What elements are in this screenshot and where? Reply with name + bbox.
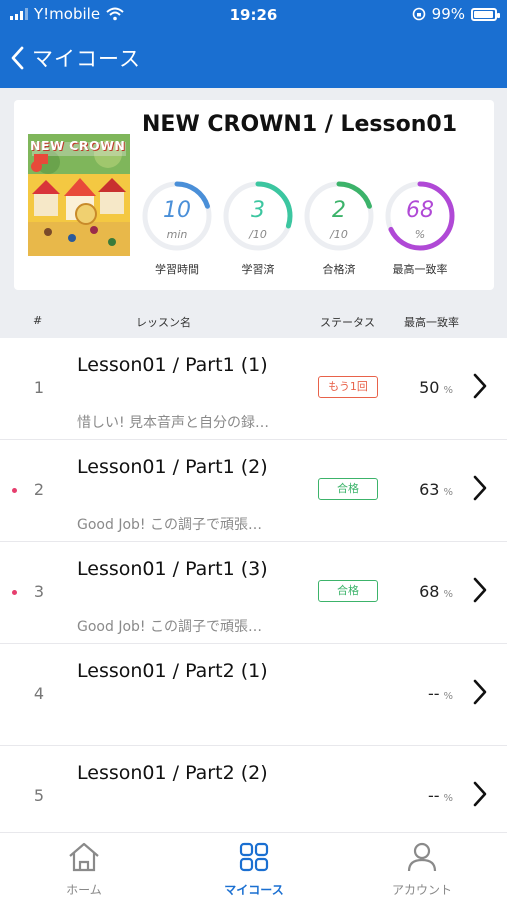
lesson-title: Lesson01 / Part1 (2): [77, 456, 268, 478]
chevron-left-icon: [11, 46, 24, 70]
lesson-index: 4: [33, 684, 45, 703]
lesson-row[interactable]: 2 Lesson01 / Part1 (2) Good Job! この調子で頑張…: [0, 440, 507, 542]
chevron-right-icon: [473, 577, 487, 603]
back-label: マイコース: [32, 47, 141, 71]
account-icon: [407, 842, 437, 872]
score-value: --: [427, 786, 440, 805]
battery-percent: 99%: [431, 5, 465, 23]
lesson-title: Lesson01 / Part2 (1): [77, 660, 268, 682]
passed-value: 2: [332, 198, 346, 223]
course-title: NEW CROWN1 / Lesson01: [142, 112, 458, 137]
score-value: 68: [419, 582, 440, 601]
lesson-list: 1 Lesson01 / Part1 (1) 惜しい! 見本音声と自分の録… も…: [0, 338, 507, 848]
lesson-title: Lesson01 / Part1 (3): [77, 558, 268, 580]
score-unit: %: [443, 793, 453, 804]
study-time-value: 10: [163, 198, 191, 223]
study-time-unit: min: [166, 228, 188, 241]
lesson-score: 63%: [419, 480, 453, 499]
lesson-message: 惜しい! 見本音声と自分の録…: [77, 415, 270, 431]
tab-home-label: ホーム: [66, 883, 102, 897]
status-bar: Y!mobile 19:26 99%: [0, 0, 507, 30]
lesson-score: --%: [428, 684, 453, 703]
tab-mycourse-label: マイコース: [224, 883, 284, 897]
lesson-score: 50%: [419, 378, 453, 397]
study-time-label: 学習時間: [155, 263, 199, 276]
lesson-message: Good Job! この調子で頑張…: [77, 619, 262, 635]
stat-passed: 2 /10 合格済: [303, 180, 375, 280]
nav-bar: マイコース: [0, 36, 507, 78]
course-card: NEW CROWN NEW CROWN1 / Lesson01 10 min 学…: [14, 100, 494, 290]
chevron-right-icon: [473, 781, 487, 807]
score-unit: %: [443, 385, 453, 396]
chevron-right-icon: [473, 475, 487, 501]
chevron-right-icon: [473, 373, 487, 399]
unread-dot: [12, 488, 17, 493]
status-badge: もう1回: [318, 376, 378, 398]
lesson-title: Lesson01 / Part1 (1): [77, 354, 268, 376]
passed-label: 合格済: [322, 263, 356, 276]
stat-studied: 3 /10 学習済: [222, 180, 294, 280]
course-summary-section: NEW CROWN NEW CROWN1 / Lesson01 10 min 学…: [0, 88, 507, 338]
status-right: 99%: [412, 5, 500, 23]
stat-study-time: 10 min 学習時間: [141, 180, 213, 280]
cover-grade-badge: [31, 161, 42, 172]
top-bar: Y!mobile 19:26 99% マイコース: [0, 0, 507, 88]
passed-unit: /10: [330, 228, 348, 241]
lesson-score: --%: [428, 786, 453, 805]
column-header-index: #: [33, 314, 43, 327]
lesson-row[interactable]: 3 Lesson01 / Part1 (3) Good Job! この調子で頑張…: [0, 542, 507, 644]
lesson-index: 5: [33, 786, 45, 805]
studied-value: 3: [251, 198, 265, 223]
studied-label: 学習済: [241, 263, 275, 276]
lesson-index: 2: [33, 480, 45, 499]
chevron-right-icon: [473, 679, 487, 705]
lesson-index: 1: [33, 378, 45, 397]
best-match-value: 68: [406, 198, 434, 223]
home-icon: [69, 842, 99, 872]
column-header-lesson: レッスン名: [136, 316, 191, 329]
lesson-score: 68%: [419, 582, 453, 601]
battery-icon: [471, 7, 500, 21]
best-match-unit: %: [414, 228, 426, 241]
back-button[interactable]: マイコース: [10, 40, 160, 76]
score-unit: %: [443, 691, 453, 702]
tab-account-label: アカウント: [391, 883, 452, 897]
course-cover-image: NEW CROWN: [28, 134, 130, 256]
lesson-message: Good Job! この調子で頑張…: [77, 517, 262, 533]
stat-best-match: 68 % 最高一致率: [384, 180, 456, 280]
grid-icon: [239, 842, 269, 872]
score-unit: %: [443, 589, 453, 600]
orientation-lock-icon: [412, 7, 425, 21]
score-value: 63: [419, 480, 440, 499]
score-value: 50: [419, 378, 440, 397]
tab-mycourse[interactable]: マイコース: [194, 841, 314, 898]
column-header-match: 最高一致率: [404, 316, 459, 329]
tab-home[interactable]: ホーム: [24, 841, 144, 898]
lesson-index: 3: [33, 582, 45, 601]
unread-dot: [12, 590, 17, 595]
lesson-title: Lesson01 / Part2 (2): [77, 762, 268, 784]
lesson-row[interactable]: 1 Lesson01 / Part1 (1) 惜しい! 見本音声と自分の録… も…: [0, 338, 507, 440]
status-badge: 合格: [318, 580, 378, 602]
tab-account[interactable]: アカウント: [362, 841, 482, 898]
lesson-row[interactable]: 4 Lesson01 / Part2 (1) --%: [0, 644, 507, 746]
best-match-label: 最高一致率: [392, 263, 448, 276]
status-badge: 合格: [318, 478, 378, 500]
column-header-status: ステータス: [320, 316, 375, 329]
score-value: --: [427, 684, 440, 703]
studied-unit: /10: [249, 228, 267, 241]
score-unit: %: [443, 487, 453, 498]
bottom-tab-bar: ホーム マイコース アカウント: [0, 832, 507, 900]
cover-title: NEW CROWN: [30, 138, 126, 153]
